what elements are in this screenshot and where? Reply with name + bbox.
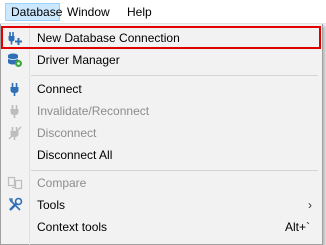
menu-item-disconnect-all[interactable]: Disconnect All [3,144,320,166]
tools-icon [7,197,23,213]
menu-window[interactable]: Window [62,3,120,21]
database-dropdown-menu: New Database Connection Driver Manager C… [0,24,323,245]
menu-item-disconnect[interactable]: Disconnect [3,122,320,144]
app-screen: Database Window Help New Database Connec… [0,0,326,245]
menu-item-label: Connect [37,82,82,96]
menu-item-label: Compare [37,176,87,190]
menu-item-shortcut: Alt+` [284,220,310,234]
new-connection-icon [7,30,23,46]
menu-item-new-database-connection[interactable]: New Database Connection [3,27,320,49]
menu-item-compare[interactable]: Compare [3,172,320,194]
menu-item-label: Driver Manager [37,53,120,67]
menu-item-label: Tools [37,198,66,212]
compare-icon [7,175,23,191]
menu-item-label: Disconnect [37,126,97,140]
disconnect-icon [7,125,23,141]
menu-database[interactable]: Database [5,3,62,21]
menu-separator [31,170,318,171]
menu-item-driver-manager[interactable]: Driver Manager [3,49,320,71]
menu-item-invalidate-reconnect[interactable]: Invalidate/Reconnect [3,100,320,122]
menu-bar: Database Window Help [0,0,326,24]
menu-help[interactable]: Help [122,3,160,21]
menu-item-label: Context tools [37,220,108,234]
menu-item-label: New Database Connection [37,31,180,45]
menu-item-context-tools[interactable]: Context tools Alt+` [3,216,320,238]
reconnect-icon [7,103,23,119]
submenu-arrow-icon: › [308,198,312,212]
menu-separator [31,75,318,76]
connect-plug-icon [7,81,23,97]
driver-manager-icon [7,52,23,68]
menu-item-label: Disconnect All [37,148,113,162]
menu-item-connect[interactable]: Connect [3,78,320,100]
menu-item-label: Invalidate/Reconnect [37,104,150,118]
menu-item-tools[interactable]: Tools › [3,194,320,216]
